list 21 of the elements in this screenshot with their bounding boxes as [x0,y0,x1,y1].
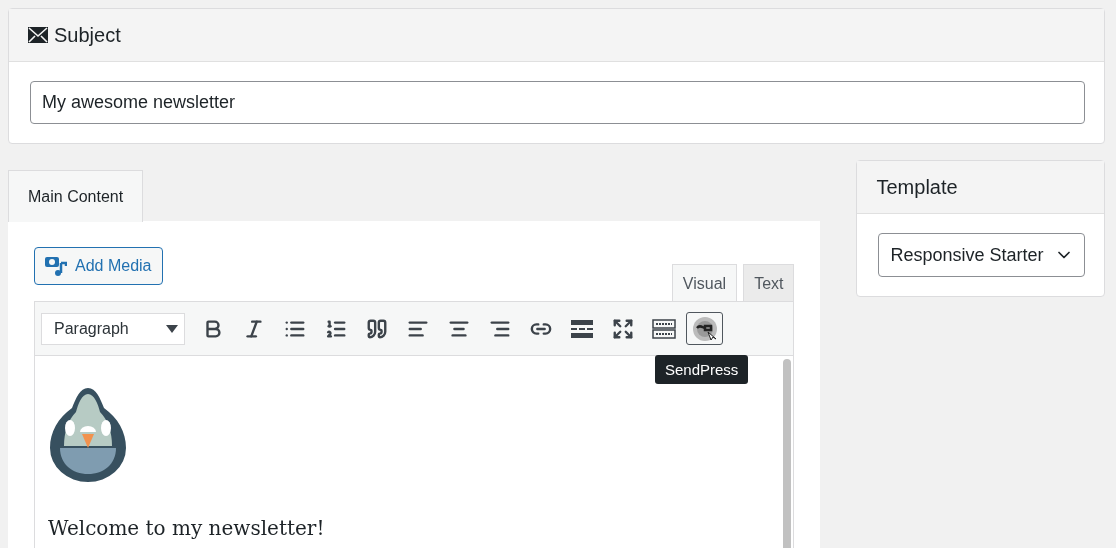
scrollbar[interactable] [783,359,792,548]
add-media-button[interactable]: Add Media [34,247,163,285]
tooltip: SendPress [655,355,749,384]
sendpress-logo-icon [691,315,718,342]
subject-title: Subject [54,23,121,47]
numbered-list-icon [324,317,347,340]
media-icon [45,255,67,277]
quote-icon [365,317,388,340]
format-select[interactable]: Paragraph [41,312,185,345]
read-more-icon [570,319,593,338]
editor-mode-tab[interactable]: Text [743,264,795,302]
dropdown-arrow-icon [166,324,178,333]
content-tab[interactable]: Main Content [8,170,144,222]
template-select[interactable]: Responsive Starter [878,233,1085,277]
envelope-icon [28,27,48,43]
expand-icon [611,317,634,340]
subject-field[interactable]: My awesome newsletter [30,81,1085,124]
template-title: Template [876,175,958,199]
editor-mode-tab[interactable]: Visual [671,264,738,302]
toolbar-toggle-icon [651,318,676,339]
body-text: Welcome to my newsletter! [48,516,326,540]
